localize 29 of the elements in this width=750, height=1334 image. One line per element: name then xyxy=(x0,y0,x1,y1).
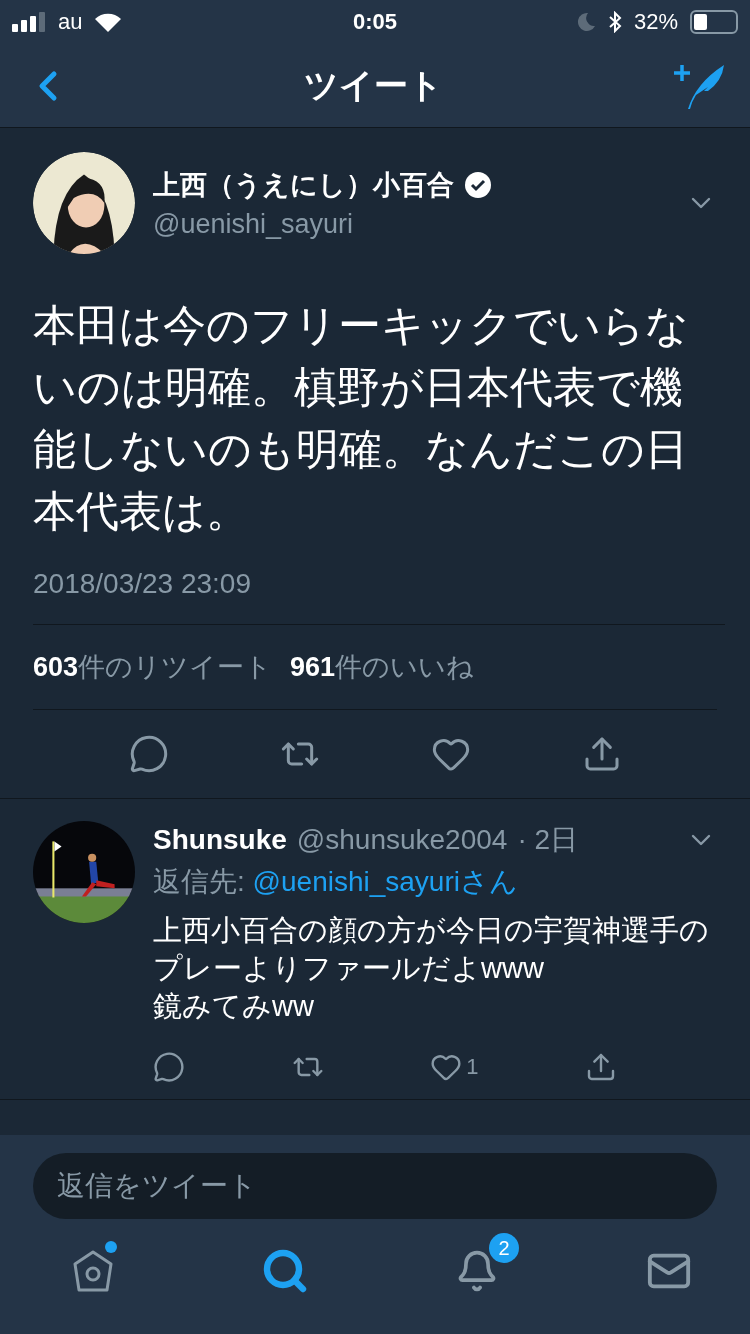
signal-icon xyxy=(12,12,46,32)
search-icon xyxy=(261,1247,309,1295)
reply-author-name: Shunsuke xyxy=(153,824,287,856)
screen-title: ツイート xyxy=(303,64,443,106)
clock: 0:05 xyxy=(352,9,397,35)
wifi-icon xyxy=(94,12,123,32)
like-count: 1 xyxy=(466,1054,479,1080)
notification-badge: 2 xyxy=(489,1233,519,1263)
bluetooth-icon xyxy=(607,11,622,33)
battery-percent: 32% xyxy=(633,9,678,35)
tweet-text: 本田は今のフリーキックでいらないのは明確。槙野が日本代表で機能しないのも明確。なんだこの日本代表は。 xyxy=(33,300,690,537)
tweet-date: 2018/03/23 23:09 xyxy=(33,568,725,625)
author-name: 上西（うえにし）小百合 xyxy=(153,168,454,202)
reply-to-label: 返信先: xyxy=(153,865,246,899)
mention-link[interactable]: @uenishi_sayuriさん xyxy=(252,863,518,901)
battery-icon xyxy=(690,10,738,34)
reply-input-field[interactable]: 返信をツイート xyxy=(33,1153,717,1219)
share-icon[interactable] xyxy=(585,1051,617,1083)
stat-count[interactable]: 603件のリツイート xyxy=(33,649,273,685)
stat-count[interactable]: 961件のいいね xyxy=(290,649,475,685)
reply-text: 上西小百合の顔の方が今日の宇賀神選手のプレーよりファールだよwww 鏡みてみww xyxy=(153,913,710,1024)
carrier-label: au xyxy=(58,9,83,35)
author-handle: @uenishi_sayuri xyxy=(153,208,354,240)
reply-icon[interactable] xyxy=(128,734,169,774)
reply-time: · 2日 xyxy=(517,823,579,857)
moon-icon xyxy=(575,12,596,32)
home-icon xyxy=(71,1248,115,1294)
reply-icon[interactable] xyxy=(153,1051,185,1083)
reply-handle: @shunsuke2004 xyxy=(296,824,508,856)
